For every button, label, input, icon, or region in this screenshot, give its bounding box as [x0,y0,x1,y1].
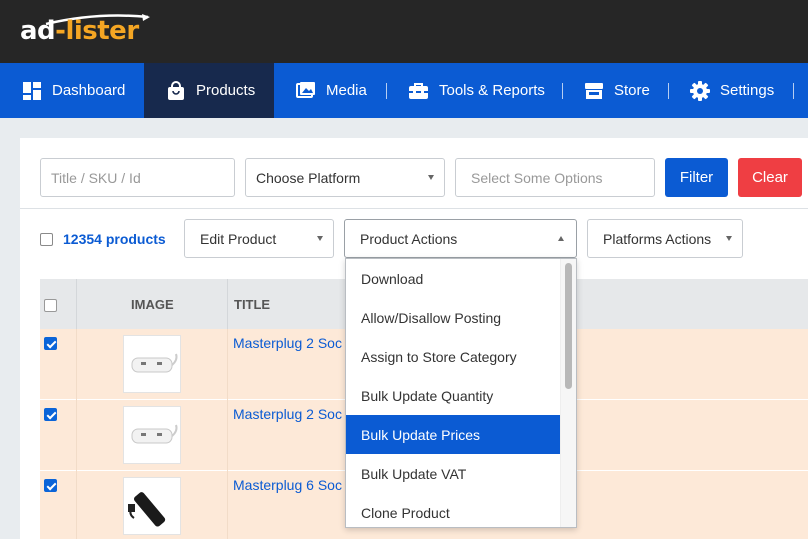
platform-select[interactable]: Choose Platform [245,158,445,197]
nav-separator [386,83,387,99]
ad-lister-logo[interactable]: ad-lister [20,14,150,48]
store-icon [585,82,603,99]
chevron-up-icon [558,236,564,241]
chevron-down-icon [428,175,434,180]
nav-item-tools-reports[interactable]: Tools & Reports [408,63,545,118]
row-checkbox[interactable] [44,337,57,350]
header-select-checkbox[interactable] [44,299,57,312]
nav-item-store[interactable]: Store [584,63,650,118]
divider [20,208,808,209]
product-actions-label: Product Actions [360,230,458,247]
logo-text: ad-lister [20,16,139,46]
menu-item-bulk-update-quantity[interactable]: Bulk Update Quantity [346,376,561,415]
cell-divider [227,329,228,400]
nav-item-products[interactable]: Products [144,63,274,118]
nav-item-dashboard[interactable]: Dashboard [22,63,125,118]
product-thumbnail[interactable] [123,406,181,464]
chevron-down-icon [726,236,732,241]
column-divider [76,279,77,329]
logo-dash: - [55,16,66,46]
nav-separator [562,83,563,99]
image-icon [296,81,315,98]
column-header-image[interactable]: IMAGE [131,279,174,329]
options-placeholder: Select Some Options [471,169,603,186]
nav-item-media[interactable]: Media [296,63,367,118]
product-title-link[interactable]: Masterplug 2 Soc [233,335,342,351]
nav-separator [668,83,669,99]
extension-lead-image [131,424,178,444]
toolbox-icon [409,82,428,99]
edit-product-label: Edit Product [200,230,277,247]
nav-label-media: Media [326,82,367,99]
extension-lead-image [131,353,178,373]
menu-item-bulk-update-vat[interactable]: Bulk Update VAT [346,454,561,493]
power-strip-image [128,492,166,527]
platforms-actions-select[interactable]: Platforms Actions [587,219,743,258]
menu-item-clone-product[interactable]: Clone Product [346,493,561,527]
nav-item-settings[interactable]: Settings [690,63,774,118]
column-divider [227,279,228,329]
nav-separator [793,83,794,99]
menu-item-allow-disallow-posting[interactable]: Allow/Disallow Posting [346,298,561,337]
row-checkbox[interactable] [44,479,57,492]
menu-item-assign-store-category[interactable]: Assign to Store Category [346,337,561,376]
product-actions-menu: Download Allow/Disallow Posting Assign t… [345,258,577,528]
product-thumbnail[interactable] [123,477,181,535]
edit-product-select[interactable]: Edit Product [184,219,334,258]
product-title-link[interactable]: Masterplug 2 Soc [233,406,342,422]
top-bar: ad-lister [0,0,808,63]
logo-ad: ad [20,16,56,46]
nav-label-products: Products [196,82,256,99]
product-actions-select[interactable]: Product Actions [344,219,577,258]
cell-divider [76,329,77,400]
cell-divider [76,400,77,471]
platforms-actions-label: Platforms Actions [603,230,712,247]
filter-button-label: Filter [679,169,714,186]
row-checkbox[interactable] [44,408,57,421]
cell-divider [227,471,228,539]
shopping-bag-icon [168,80,184,100]
product-count[interactable]: 12354 products [63,231,166,247]
column-header-title[interactable]: TITLE [234,279,270,329]
nav-label-store: Store [614,82,650,99]
search-input[interactable]: Title / SKU / Id [40,158,235,197]
menu-scrollbar-thumb[interactable] [565,263,572,389]
chevron-down-icon [317,236,323,241]
menu-item-bulk-update-prices[interactable]: Bulk Update Prices [346,415,561,454]
options-multiselect[interactable]: Select Some Options [455,158,655,197]
product-title-link[interactable]: Masterplug 6 Soc [233,477,342,493]
platform-select-value: Choose Platform [256,169,361,186]
cell-divider [227,400,228,471]
menu-item-download[interactable]: Download [346,259,561,298]
gear-icon [690,80,710,101]
nav-label-dashboard: Dashboard [52,82,126,99]
logo-lister: lister [65,16,139,46]
cell-divider [76,471,77,539]
menu-scrollbar[interactable] [560,259,576,527]
dashboard-icon [23,81,41,100]
clear-button[interactable]: Clear [738,158,802,197]
nav-label-tools-reports: Tools & Reports [439,82,545,99]
select-all-checkbox[interactable] [40,233,53,246]
product-thumbnail[interactable] [123,335,181,393]
main-nav: Dashboard Products Media Tools & Reports [0,63,808,118]
nav-label-settings: Settings [720,82,775,99]
search-placeholder: Title / SKU / Id [51,169,141,186]
clear-button-label: Clear [752,169,788,186]
filter-button[interactable]: Filter [665,158,728,197]
